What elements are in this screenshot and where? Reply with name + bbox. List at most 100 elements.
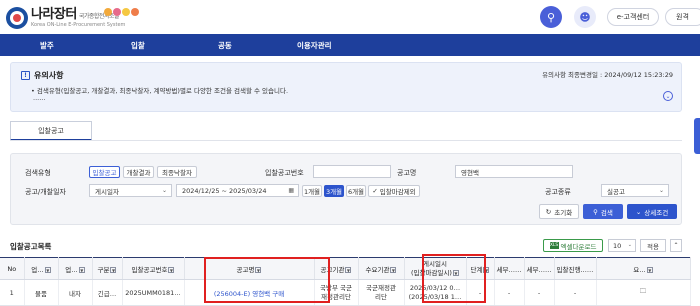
notice-kind-label: 공고종류	[545, 188, 571, 196]
apply-button[interactable]: 적용	[640, 239, 666, 252]
nav-item-joint[interactable]: 공동	[218, 40, 232, 51]
table-header-row: No 업… ▼ 업… ▼ 구분 ▼ 입찰공고번호 ▼ 공고명 ▼ 공고기관 ▼ 수요기관 ▼ …	[0, 257, 691, 280]
notice-body: • 검색유형(입찰공고, 개찰결과, 최종낙찰자, 계약방법)별로 다양한 조건…	[31, 87, 289, 95]
search-button[interactable]: ⚲ 검색	[583, 204, 623, 219]
results-title: 입찰공고목록	[10, 242, 52, 251]
reset-button[interactable]: ↻ 초기화	[539, 204, 579, 219]
column-header[interactable]: 구분 ▼	[92, 257, 123, 280]
folder-icon[interactable]: 🗀	[640, 287, 647, 295]
excel-download-label: 엑셀다운로드	[560, 242, 597, 251]
notice-number-input[interactable]	[313, 165, 391, 178]
search-type-bid-notice[interactable]: 입찰공고	[89, 166, 120, 178]
cell-posted-date: 2025/03/12 0… (2025/03/18 1…	[404, 279, 467, 306]
nav-item-order[interactable]: 발주	[40, 40, 54, 51]
notice-name-input[interactable]: 영현백	[455, 165, 573, 178]
column-header[interactable]: 게시일시 (입찰마감일시) ▼	[404, 257, 467, 280]
cell-detail-1: -	[494, 279, 525, 306]
date-range-input[interactable]: 2024/12/25 ~ 2025/03/24 ▦	[176, 184, 299, 197]
column-header[interactable]: 세부… ▼	[524, 257, 555, 280]
side-quick-menu[interactable]	[694, 118, 700, 154]
notice-icon: !	[21, 71, 30, 80]
date-type-value: 게시일자	[95, 187, 119, 196]
exclude-closed-toggle[interactable]: ✓ 입찰마감제외	[368, 185, 420, 197]
column-header[interactable]: 업… ▼	[58, 257, 93, 280]
table-row[interactable]: 1 물품 내자 긴급… 2025UMM0181… (256004-E) 영현백 …	[0, 279, 691, 306]
search-type-opening-result[interactable]: 개찰결과	[123, 166, 154, 178]
notice-panel: ! 유의사항 유의사항 최종변경일 : 2024/09/12 15:23:29 …	[10, 62, 682, 112]
main-nav: 발주 입찰 공동 이용자관리	[0, 34, 700, 56]
column-header[interactable]: 세부… ▼	[494, 257, 525, 280]
sort-icon: ▼	[110, 266, 117, 273]
chevron-down-icon: ⌄	[658, 187, 664, 194]
notice-name-label: 공고명	[397, 169, 417, 177]
user-icon[interactable]: ☻	[574, 6, 596, 28]
column-header[interactable]: 요… ▼	[596, 257, 691, 280]
calendar-icon[interactable]: ▦	[288, 187, 294, 194]
chevron-down-icon: ⌄	[627, 242, 632, 248]
tab-bid-notice[interactable]: 입찰공고	[10, 121, 92, 141]
notice-kind-select[interactable]: 실공고 ⌄	[601, 184, 669, 197]
column-header[interactable]: 업… ▼	[24, 257, 59, 280]
sort-icon: ▼	[345, 266, 352, 273]
excel-icon: XLS	[549, 242, 559, 249]
date-type-select[interactable]: 게시일자 ⌄	[89, 184, 172, 197]
chevron-down-icon[interactable]: ⌄	[663, 91, 673, 101]
refresh-icon: ↻	[545, 207, 552, 216]
search-type-final-winner[interactable]: 최종낙찰자	[157, 166, 197, 178]
cell-business-sub: 내자	[58, 279, 93, 306]
column-header[interactable]: 단계 ▼	[466, 257, 495, 280]
logo-title: 나라장터	[31, 7, 77, 22]
sort-icon: ▼	[44, 266, 51, 273]
reset-label: 초기화	[554, 208, 573, 217]
search-icon[interactable]: ⚲	[540, 6, 562, 28]
excel-download-button[interactable]: XLS 엑셀다운로드	[543, 239, 603, 252]
nav-item-bid[interactable]: 입찰	[131, 40, 145, 51]
column-header[interactable]: 입찰진행… ▼	[554, 257, 597, 280]
exclude-closed-label: 입찰마감제외	[379, 188, 416, 196]
search-label: 검색	[600, 208, 613, 217]
column-header[interactable]: 공고명 ▼	[184, 257, 315, 280]
notice-updated-date: 유의사항 최종변경일 : 2024/09/12 15:23:29	[542, 71, 673, 79]
check-icon: ✓	[372, 187, 378, 195]
sort-icon: ▼	[646, 266, 653, 273]
chevron-up-icon[interactable]: ⌃	[670, 239, 682, 252]
page-size-select[interactable]: 10 ⌄	[608, 239, 636, 252]
notice-number-label: 입찰공고번호	[265, 169, 304, 177]
column-header[interactable]: 공고기관 ▼	[314, 257, 359, 280]
cell-stage: -	[466, 279, 495, 306]
notice-kind-value: 실공고	[607, 187, 625, 196]
period-1-month[interactable]: 1개월	[302, 185, 322, 197]
flower-decoration-icon	[104, 8, 139, 16]
cell-action[interactable]: 🗀	[596, 279, 691, 306]
cell-detail-2: -	[524, 279, 555, 306]
cell-kind: 긴급…	[92, 279, 123, 306]
column-header[interactable]: 수요기관 ▼	[358, 257, 405, 280]
sort-icon: ▼	[78, 266, 85, 273]
sort-icon: ▼	[483, 266, 490, 273]
customer-center-button[interactable]: e-고객센터	[607, 8, 659, 26]
chevron-down-icon: ⌄	[635, 207, 642, 216]
results-table: No 업… ▼ 업… ▼ 구분 ▼ 입찰공고번호 ▼ 공고명 ▼ 공고기관 ▼ 수요기관 ▼ …	[0, 257, 691, 306]
period-6-months[interactable]: 6개월	[346, 185, 366, 197]
detail-conditions-button[interactable]: ⌄ 상세조건	[627, 204, 677, 219]
search-icon: ⚲	[593, 207, 598, 216]
nav-item-user-management[interactable]: 이용자관리	[297, 40, 332, 51]
search-type-label: 검색유형	[25, 169, 51, 177]
remote-support-button[interactable]: 원격	[665, 8, 700, 26]
column-header: No	[0, 257, 25, 280]
chevron-down-icon: ⌄	[161, 187, 167, 194]
logo-mark-icon	[6, 7, 28, 29]
detail-conditions-label: 상세조건	[644, 208, 669, 217]
column-header[interactable]: 입찰공고번호 ▼	[122, 257, 185, 280]
page-size-value: 10	[613, 241, 622, 250]
notice-title: 유의사항	[34, 71, 64, 80]
sort-icon: ▼	[168, 266, 175, 273]
cell-notice-title-link[interactable]: (256004-E) 영현백 구매	[184, 279, 315, 306]
period-3-months[interactable]: 3개월	[324, 185, 344, 197]
cell-notice-org: 국방부 국군 재정관리단	[314, 279, 359, 306]
cell-notice-number[interactable]: 2025UMM0181…	[122, 279, 185, 306]
logo-subtitle: Korea ON-Line E-Procurement System	[31, 22, 126, 28]
header: 나라장터 국가종합전자조달 Korea ON-Line E-Procurement…	[0, 0, 700, 34]
row-number: 1	[0, 279, 25, 306]
search-panel: 검색유형 입찰공고 개찰결과 최종낙찰자 입찰공고번호 공고명 영현백 공고/개…	[10, 153, 682, 225]
